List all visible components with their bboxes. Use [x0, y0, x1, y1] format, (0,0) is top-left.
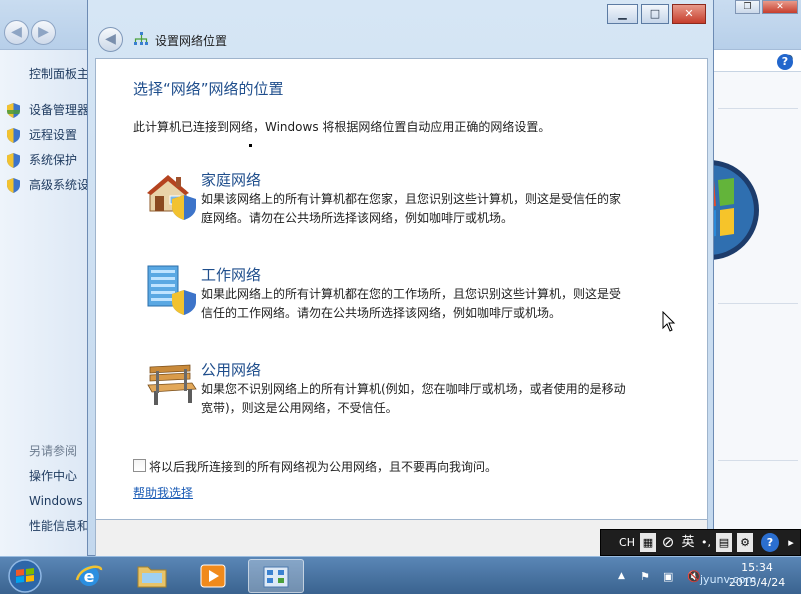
work-network-description: 如果此网络上的所有计算机都在您的工作场所，且您识别这些计算机，则这是受信任的工作…: [201, 287, 622, 320]
public-network-title[interactable]: 公用网络: [201, 359, 261, 380]
public-network-option[interactable]: 公用网络 如果您不识别网络上的所有计算机(例如，您在咖啡厅或机场，或者使用的是移…: [146, 359, 626, 423]
public-network-description: 如果您不识别网络上的所有计算机(例如，您在咖啡厅或机场，或者使用的是移动宽带)，…: [201, 382, 626, 415]
divider: [718, 303, 798, 304]
media-player-icon: [200, 564, 226, 588]
left-nav-see-also-performance[interactable]: 性能信息和: [0, 517, 88, 535]
set-network-location-dialog: ▁ □ ✕ ◀ 设置网络位置 选择“网络”网络的位置 此计算机已连接到网络，Wi…: [87, 0, 714, 556]
no-symbol-icon[interactable]: ⊘: [659, 533, 677, 552]
background-restore-button[interactable]: ❐: [735, 0, 760, 14]
action-center-flag-icon[interactable]: ⚑: [640, 570, 653, 583]
uac-shield-icon: [7, 178, 20, 193]
start-button-icon[interactable]: [6, 558, 44, 594]
volume-muted-icon[interactable]: 🔇: [687, 570, 701, 583]
treat-as-public-checkbox[interactable]: [133, 459, 146, 472]
left-nav-item-device-manager[interactable]: 设备管理器: [0, 101, 88, 119]
ime-icon[interactable]: ▦: [640, 533, 656, 552]
divider: [718, 460, 798, 461]
work-network-option[interactable]: 工作网络 如果此网络上的所有计算机都在您的工作场所，且您识别这些计算机，则这是受…: [146, 264, 626, 328]
taskbar-internet-explorer[interactable]: e: [62, 559, 118, 593]
folder-icon: [137, 566, 167, 588]
punctuation-icon[interactable]: •,: [699, 533, 713, 552]
language-bar: CH ▦ ⊘ 英 •, ▤ ⚙ ? ▸: [600, 529, 801, 556]
left-nav-item-advanced-settings[interactable]: 高级系统设: [0, 176, 88, 194]
soft-keyboard-icon[interactable]: ▤: [716, 533, 732, 552]
treat-as-public-label[interactable]: 将以后我所连接到的所有网络视为公用网络，且不要再向我询问。: [149, 458, 497, 475]
mouse-pointer-icon: [662, 311, 676, 332]
background-back-button[interactable]: ◀: [4, 20, 29, 45]
dialog-title: 设置网络位置: [155, 34, 228, 48]
left-nav-item-system-protection[interactable]: 系统保护: [0, 151, 88, 169]
maximize-button[interactable]: □: [641, 4, 669, 24]
options-arrow-icon[interactable]: ▸: [785, 533, 797, 552]
public-network-bench-icon: [147, 364, 197, 405]
internet-explorer-icon: e: [75, 565, 103, 586]
show-hidden-icons-arrow[interactable]: ▲: [618, 570, 631, 583]
taskbar-explorer[interactable]: [124, 559, 180, 593]
uac-shield-icon: [7, 128, 20, 143]
ime-mode-indicator[interactable]: 英: [679, 533, 697, 552]
network-tray-icon[interactable]: ▣: [663, 570, 676, 583]
uac-shield-icon: [7, 153, 20, 168]
network-icon: [134, 32, 148, 45]
text-cursor-dot: [249, 144, 252, 147]
intro-text: 此计算机已连接到网络，Windows 将根据网络位置自动应用正确的网络设置。: [133, 120, 551, 134]
left-nav-item-remote-settings[interactable]: 远程设置: [0, 126, 88, 144]
background-forward-button[interactable]: ▶: [31, 20, 56, 45]
help-icon[interactable]: ?: [761, 533, 779, 552]
back-arrow-button[interactable]: ◀: [98, 27, 123, 52]
dialog-content: 选择“网络”网络的位置 此计算机已连接到网络，Windows 将根据网络位置自动…: [95, 58, 708, 520]
left-nav-see-also-action-center[interactable]: 操作中心: [0, 467, 88, 485]
left-nav-see-also-windows[interactable]: Windows: [0, 492, 88, 510]
minimize-button[interactable]: ▁: [607, 4, 638, 24]
divider: [718, 108, 798, 109]
work-network-icon: [147, 265, 196, 315]
left-nav-home-link[interactable]: 控制面板主: [0, 65, 88, 83]
left-nav-see-also-heading: 另请参阅: [29, 444, 78, 458]
background-nav-buttons: ◀ ▶: [4, 20, 58, 46]
taskbar-network-center[interactable]: [248, 559, 304, 593]
help-icon[interactable]: ?: [777, 54, 793, 70]
input-language-indicator[interactable]: CH: [617, 533, 637, 552]
home-network-description: 如果该网络上的所有计算机都在您家，且您识别这些计算机，则这是受信任的家庭网络。请…: [201, 192, 622, 225]
watermark-text: jyunv.com: [700, 573, 757, 586]
home-network-icon: [147, 175, 196, 220]
taskbar: e ▲ ⚑ ▣ 🔇 15:34 2015/4/24: [0, 556, 801, 594]
taskbar-media-player[interactable]: [186, 559, 242, 593]
background-right-pane: ⚲ ? 置: [694, 50, 801, 556]
uac-shield-icon: [7, 103, 20, 118]
background-left-nav: 控制面板主 设备管理器 远程设置 系统保护 高级系统设 另请参阅 操作中心 Wi…: [0, 50, 88, 556]
work-network-title[interactable]: 工作网络: [201, 264, 261, 285]
home-network-option[interactable]: 家庭网络 如果该网络上的所有计算机都在您家，且您识别这些计算机，则这是受信任的家…: [146, 169, 626, 233]
close-button[interactable]: ✕: [672, 4, 706, 24]
network-center-icon: [263, 566, 289, 588]
home-network-title[interactable]: 家庭网络: [201, 169, 261, 190]
help-me-choose-link[interactable]: 帮助我选择: [133, 484, 193, 501]
page-heading: 选择“网络”网络的位置: [133, 80, 284, 98]
settings-icon[interactable]: ⚙: [737, 533, 753, 552]
background-close-button[interactable]: ✕: [762, 0, 798, 14]
